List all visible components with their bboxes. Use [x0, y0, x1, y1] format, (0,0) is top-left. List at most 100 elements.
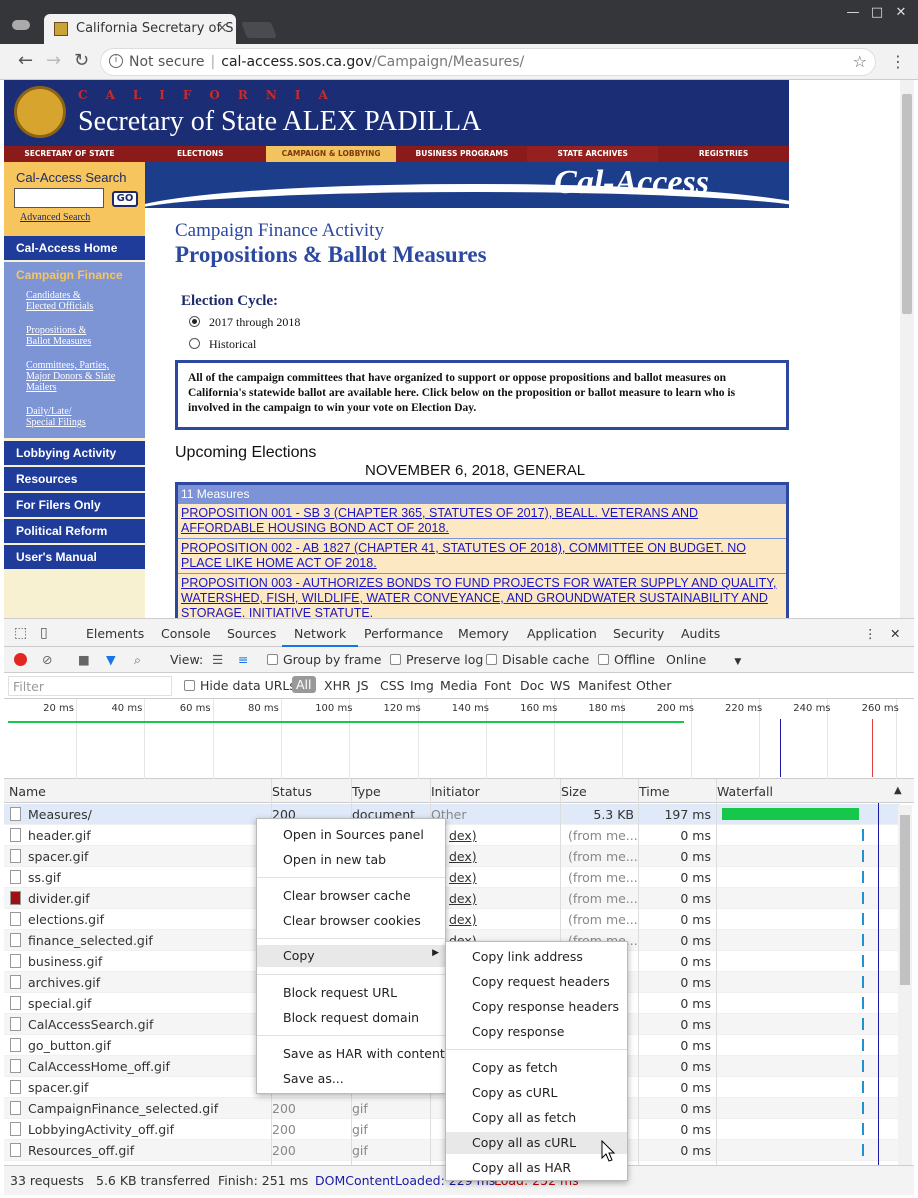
filter-type[interactable]: Media	[440, 678, 478, 693]
filter-type[interactable]: Font	[484, 678, 511, 693]
menu-copy-response[interactable]: Copy response	[446, 1021, 627, 1043]
search-icon[interactable]: ⌕	[134, 652, 141, 668]
table-scrollbar[interactable]	[898, 805, 912, 1165]
sidebar-item-political-reform[interactable]: Political Reform	[4, 519, 145, 543]
table-row[interactable]: header.gif dex) (from me... 0 ms	[4, 825, 900, 846]
tab-network[interactable]: Network	[294, 626, 346, 641]
sidebar-item-manual[interactable]: User's Manual	[4, 545, 145, 569]
new-tab-button[interactable]	[241, 22, 277, 38]
sidebar-item-campaign-finance[interactable]: Campaign Finance	[4, 262, 145, 282]
minimize-button[interactable]: —	[842, 4, 864, 22]
tab-elements[interactable]: Elements	[86, 626, 144, 641]
filter-type[interactable]: WS	[550, 678, 570, 693]
menu-copy-link[interactable]: Copy link address	[446, 946, 627, 968]
screenshot-icon[interactable]: ■	[78, 652, 90, 667]
measure-link[interactable]: PROPOSITION 003 - AUTHORIZES BONDS TO FU…	[178, 573, 786, 618]
menu-copy-all-as-har[interactable]: Copy all as HAR	[446, 1157, 627, 1179]
radio-current[interactable]	[189, 316, 200, 327]
disable-cache-checkbox[interactable]: Disable cache	[486, 652, 589, 667]
sidebar-item-home[interactable]: Cal-Access Home	[4, 236, 145, 260]
filter-type[interactable]: CSS	[380, 678, 405, 693]
devtools-menu-icon[interactable]: ⋮	[864, 626, 877, 641]
tab-sources[interactable]: Sources	[227, 626, 276, 641]
nav-registries[interactable]: REGISTRIES	[658, 146, 789, 162]
nav-secretary[interactable]: SECRETARY OF STATE	[4, 146, 135, 162]
browser-menu-icon[interactable]: ⋮	[890, 53, 906, 71]
reload-icon[interactable]: ↻	[74, 52, 89, 70]
measure-link[interactable]: PROPOSITION 002 - AB 1827 (CHAPTER 41, S…	[178, 538, 786, 573]
sort-up-icon[interactable]: ▲	[894, 785, 902, 796]
offline-checkbox[interactable]: Offline	[598, 652, 655, 667]
menu-open-in-sources[interactable]: Open in Sources panel	[257, 824, 445, 846]
address-bar[interactable]: i Not secure | cal-access.sos.ca.gov/Campa…	[100, 48, 876, 76]
bookmark-star-icon[interactable]: ☆	[853, 52, 867, 71]
col-size[interactable]: Size	[561, 784, 587, 799]
close-window-button[interactable]: ✕	[890, 4, 912, 22]
link-candidates[interactable]: Candidates & Elected Officials	[26, 290, 93, 312]
tab-memory[interactable]: Memory	[458, 626, 509, 641]
filter-type-all[interactable]: All	[292, 676, 316, 693]
table-row[interactable]: elections.gif dex) (from me... 0 ms	[4, 909, 900, 930]
sidebar-item-lobbying[interactable]: Lobbying Activity	[4, 441, 145, 465]
clear-icon[interactable]: ⊘	[42, 652, 52, 667]
filter-input[interactable]: Filter	[8, 676, 172, 696]
advanced-search-link[interactable]: Advanced Search	[20, 212, 90, 223]
link-propositions[interactable]: Propositions & Ballot Measures	[26, 325, 91, 347]
filter-icon[interactable]: ▼	[106, 652, 116, 667]
table-row[interactable]: ss.gif dex) (from me... 0 ms	[4, 867, 900, 888]
table-row[interactable]: Measures/200 document Other 5.3 KB 197 ms	[4, 804, 900, 825]
menu-copy-as-fetch[interactable]: Copy as fetch	[446, 1057, 627, 1079]
filter-type[interactable]: Doc	[520, 678, 544, 693]
throttle-select[interactable]: Online ▼	[666, 652, 741, 667]
radio-historical[interactable]	[189, 338, 200, 349]
table-row[interactable]: spacer.gif dex) (from me... 0 ms	[4, 846, 900, 867]
timeline-overview[interactable]: 20 ms 40 ms 60 ms 80 ms 100 ms 120 ms 140 ms 16…	[4, 699, 914, 779]
menu-open-in-new-tab[interactable]: Open in new tab	[257, 849, 445, 871]
search-input[interactable]	[14, 188, 104, 208]
browser-tab[interactable]: California Secretary of S ×	[44, 14, 236, 44]
menu-save-har[interactable]: Save as HAR with content	[257, 1043, 445, 1065]
menu-copy-request-headers[interactable]: Copy request headers	[446, 971, 627, 993]
col-time[interactable]: Time	[639, 784, 670, 799]
overview-icon[interactable]: ≡	[238, 652, 248, 667]
filter-type[interactable]: JS	[357, 678, 369, 693]
filter-type[interactable]: XHR	[324, 678, 351, 693]
sidebar-item-resources[interactable]: Resources	[4, 467, 145, 491]
col-waterfall[interactable]: Waterfall	[717, 784, 773, 799]
col-name[interactable]: Name	[9, 784, 46, 799]
menu-block-domain[interactable]: Block request domain	[257, 1007, 445, 1029]
group-by-frame-checkbox[interactable]: Group by frame	[267, 652, 381, 667]
filter-type[interactable]: Other	[636, 678, 672, 693]
go-button[interactable]: GO	[112, 191, 138, 207]
menu-clear-cache[interactable]: Clear browser cache	[257, 885, 445, 907]
nav-archives[interactable]: STATE ARCHIVES	[527, 146, 659, 162]
col-status[interactable]: Status	[272, 784, 312, 799]
tab-performance[interactable]: Performance	[364, 626, 443, 641]
maximize-button[interactable]: □	[866, 4, 888, 22]
tab-close-icon[interactable]: ×	[216, 20, 228, 36]
col-initiator[interactable]: Initiator	[431, 784, 480, 799]
measure-link[interactable]: PROPOSITION 001 - SB 3 (CHAPTER 365, STA…	[178, 503, 786, 538]
record-icon[interactable]	[14, 653, 27, 666]
link-committees[interactable]: Committees, Parties, Major Donors & Slate…	[26, 360, 115, 393]
preserve-log-checkbox[interactable]: Preserve log	[390, 652, 483, 667]
devtools-close-icon[interactable]: ✕	[890, 626, 900, 641]
link-filings[interactable]: Daily/Late/Special Filings	[26, 406, 86, 428]
hide-data-urls-checkbox[interactable]: Hide data URLs	[184, 678, 296, 693]
back-icon[interactable]: ←	[18, 52, 33, 70]
sidebar-item-filers[interactable]: For Filers Only	[4, 493, 145, 517]
inspect-icon[interactable]: ⬚	[14, 625, 27, 641]
menu-clear-cookies[interactable]: Clear browser cookies	[257, 910, 445, 932]
filter-type[interactable]: Manifest	[578, 678, 631, 693]
nav-campaign-lobbying[interactable]: CAMPAIGN & LOBBYING	[265, 146, 397, 162]
large-rows-icon[interactable]: ☰	[212, 652, 223, 667]
menu-copy-response-headers[interactable]: Copy response headers	[446, 996, 627, 1018]
page-scrollbar[interactable]	[900, 80, 914, 618]
info-icon[interactable]: i	[109, 54, 123, 68]
menu-copy-all-as-curl[interactable]: Copy all as cURL	[446, 1132, 627, 1154]
table-row[interactable]: divider.gif dex) (from me... 0 ms	[4, 888, 900, 909]
menu-copy[interactable]: Copy ▶	[257, 945, 445, 967]
nav-elections[interactable]: ELECTIONS	[135, 146, 266, 162]
col-type[interactable]: Type	[352, 784, 381, 799]
menu-block-url[interactable]: Block request URL	[257, 982, 445, 1004]
